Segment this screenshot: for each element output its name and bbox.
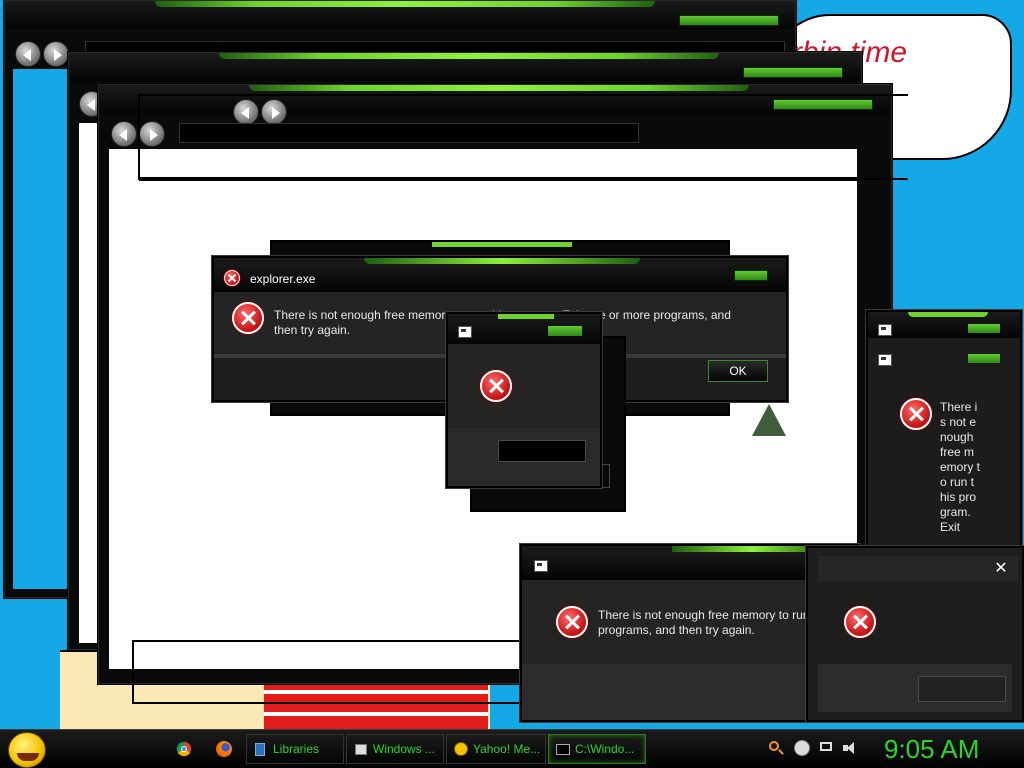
taskbar: Libraries Windows ... Yahoo! Me... C:\Wi… bbox=[0, 729, 1024, 768]
error-message-line1: There is not enough free memory to run bbox=[598, 608, 810, 622]
alienware-logo-icon bbox=[752, 404, 786, 436]
close-button[interactable] bbox=[734, 270, 768, 281]
forward-button-icon[interactable] bbox=[43, 41, 69, 67]
yahoo-messenger-icon bbox=[454, 742, 468, 756]
taskbar-item-label: C:\Windo... bbox=[575, 742, 635, 756]
error-icon bbox=[844, 606, 876, 638]
start-button[interactable] bbox=[8, 732, 46, 768]
taskbar-item-label: Windows ... bbox=[373, 742, 436, 756]
window-controls[interactable] bbox=[679, 15, 779, 26]
error-icon bbox=[900, 398, 932, 430]
error-message-line2: programs, and then try again. bbox=[598, 623, 755, 637]
title-bar[interactable] bbox=[818, 556, 1018, 582]
smiley-face-icon bbox=[17, 753, 39, 761]
app-icon bbox=[534, 560, 548, 572]
error-icon bbox=[232, 302, 264, 334]
cmd-icon bbox=[556, 744, 570, 755]
title-glow bbox=[219, 53, 719, 59]
ok-button[interactable]: OK bbox=[708, 360, 768, 382]
app-icon bbox=[458, 326, 472, 338]
messenger-tray-icon[interactable] bbox=[794, 740, 810, 756]
window-controls[interactable] bbox=[968, 324, 1000, 333]
error-icon bbox=[480, 370, 512, 402]
app-icon bbox=[878, 354, 892, 366]
small-error-dialog[interactable] bbox=[446, 312, 602, 488]
narrow-error-dialog[interactable]: There is not enough free memory to run t… bbox=[866, 310, 1022, 550]
title-glow bbox=[364, 258, 640, 264]
back-button-icon[interactable] bbox=[111, 121, 137, 147]
bottom-right-error-dialog[interactable]: ✕ bbox=[806, 546, 1024, 722]
ghost-window-outline bbox=[138, 94, 908, 180]
network-icon[interactable] bbox=[818, 740, 834, 756]
error-message-line2: then try again. bbox=[274, 323, 351, 337]
error-small-icon bbox=[224, 270, 240, 286]
taskbar-item-libraries[interactable]: Libraries bbox=[246, 734, 344, 764]
title-glow bbox=[432, 242, 572, 247]
volume-icon[interactable] bbox=[842, 740, 858, 756]
clock[interactable]: 9:05 AM bbox=[884, 734, 979, 765]
window-controls[interactable] bbox=[743, 67, 843, 78]
title-glow bbox=[498, 314, 554, 319]
dialog-title: explorer.exe bbox=[250, 272, 316, 286]
chrome-icon[interactable] bbox=[176, 741, 192, 757]
ok-button[interactable] bbox=[918, 676, 1006, 702]
window-icon bbox=[355, 744, 367, 755]
close-button[interactable] bbox=[548, 326, 582, 336]
back-button-icon[interactable] bbox=[15, 41, 41, 67]
taskbar-item-label: Libraries bbox=[273, 742, 320, 756]
error-message: There is not enough free memory to run t… bbox=[940, 400, 981, 534]
app-icon bbox=[878, 324, 892, 336]
taskbar-item-yahoo-messenger[interactable]: Yahoo! Me... bbox=[446, 734, 546, 764]
title-glow bbox=[249, 85, 749, 91]
error-icon bbox=[556, 606, 588, 638]
firefox-icon[interactable] bbox=[216, 741, 232, 757]
window-controls[interactable] bbox=[968, 354, 1000, 363]
folder-icon bbox=[255, 743, 265, 756]
taskbar-item-label: Yahoo! Me... bbox=[473, 742, 541, 756]
close-button[interactable]: ✕ bbox=[990, 558, 1012, 580]
taskbar-item-windows[interactable]: Windows ... bbox=[346, 734, 444, 764]
search-icon[interactable] bbox=[768, 740, 784, 756]
title-glow bbox=[908, 312, 988, 317]
taskbar-item-cmd[interactable]: C:\Windo... bbox=[548, 734, 646, 764]
ok-button[interactable] bbox=[498, 440, 586, 462]
title-glow bbox=[155, 1, 655, 7]
